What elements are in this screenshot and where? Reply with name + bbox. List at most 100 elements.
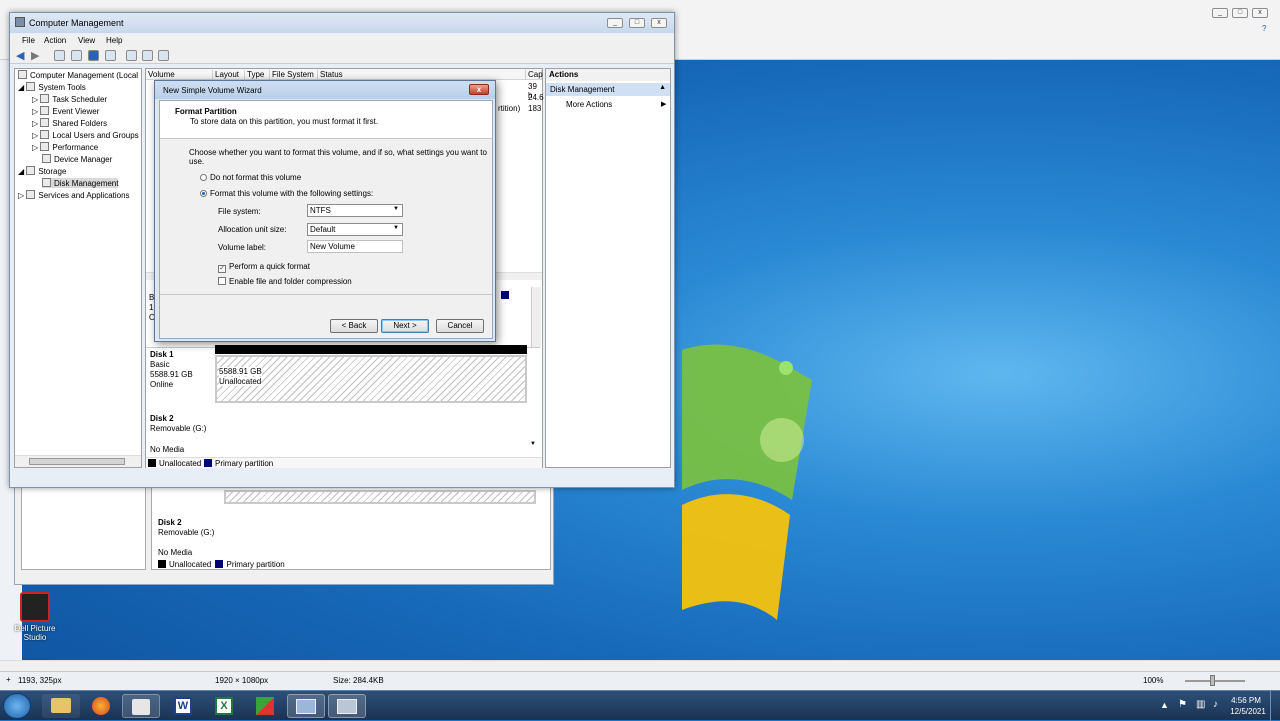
tree-performance[interactable]: ▷ Performance	[32, 142, 98, 152]
col-capacity[interactable]: Cap	[526, 70, 543, 80]
menu-help[interactable]: Help	[106, 36, 122, 45]
allocation-unit-label: Allocation unit size:	[218, 225, 287, 234]
close-button[interactable]: x	[1252, 8, 1268, 18]
menu-action[interactable]: Action	[44, 36, 66, 45]
tree-system-tools[interactable]: ◢ System Tools	[18, 82, 86, 92]
dropdown-arrow-icon: ▼	[393, 206, 399, 212]
actions-more[interactable]: More Actions ▶	[566, 100, 666, 109]
volume-label-input[interactable]: New Volume	[307, 240, 403, 253]
wizard-titlebar[interactable]: New Simple Volume Wizard x	[155, 81, 495, 99]
up-folder-icon[interactable]	[54, 50, 65, 61]
help-icon[interactable]	[88, 50, 99, 61]
checkmark-icon[interactable]: ✓	[218, 265, 226, 273]
file-system-select[interactable]: NTFS ▼	[307, 204, 403, 217]
tree-root[interactable]: Computer Management (Local	[18, 70, 138, 80]
minimize-button[interactable]: _	[1212, 8, 1228, 18]
clock-date[interactable]: 12/5/2021	[1228, 707, 1268, 716]
export-icon[interactable]	[142, 50, 153, 61]
word-icon[interactable]: W	[164, 694, 202, 718]
cancel-button[interactable]: Cancel	[436, 319, 484, 333]
tree-services[interactable]: ▷ Services and Applications	[18, 190, 130, 200]
network-app-icon[interactable]	[246, 694, 284, 718]
zoom-slider-thumb[interactable]	[1210, 675, 1215, 686]
disk1-unallocated-partition[interactable]: 5588.91 GB Unallocated	[215, 355, 527, 403]
next-button[interactable]: Next >	[381, 319, 429, 333]
firefox-icon[interactable]	[82, 694, 120, 718]
col-status[interactable]: Status	[318, 70, 526, 80]
tree-disk-management[interactable]: Disk Management	[42, 178, 119, 188]
col-type[interactable]: Type	[245, 70, 270, 80]
tree-hscrollbar[interactable]	[15, 455, 141, 467]
tree-device-manager[interactable]: Device Manager	[42, 154, 112, 164]
wizard-close-button[interactable]: x	[469, 84, 489, 95]
services-icon	[26, 190, 36, 199]
performance-icon	[40, 142, 50, 151]
network-icon[interactable]: ▥	[1196, 699, 1205, 710]
menu-view[interactable]: View	[78, 36, 95, 45]
ghost-legend: Unallocated Primary partition	[156, 560, 285, 569]
refresh-icon[interactable]	[126, 50, 137, 61]
tree-shared-folders[interactable]: ▷ Shared Folders	[32, 118, 107, 128]
maximize-button[interactable]: □	[1232, 8, 1248, 18]
background-window-remnant: Disk 2 Removable (G:) No Media Unallocat…	[14, 480, 554, 585]
actions-disk-management[interactable]: Disk Management ▲	[546, 83, 670, 96]
cursor-position-icon: +	[6, 675, 11, 684]
start-button-icon[interactable]	[3, 693, 31, 719]
quick-format-checkbox[interactable]: ✓ Perform a quick format	[218, 262, 310, 273]
paint-icon[interactable]	[122, 694, 160, 718]
disk1-size: 5588.91 GB	[150, 370, 193, 379]
help-icon[interactable]: ?	[1262, 24, 1266, 33]
show-hide-tree-icon[interactable]	[71, 50, 82, 61]
tree-storage[interactable]: ◢ Storage	[18, 166, 66, 176]
wizard-task-icon[interactable]	[328, 694, 366, 718]
menu-file[interactable]: File	[22, 36, 35, 45]
tree-task-scheduler[interactable]: ▷ Task Scheduler	[32, 94, 107, 104]
disk2-media: No Media	[150, 445, 185, 454]
compression-checkbox[interactable]: Enable file and folder compression	[218, 277, 352, 286]
forward-arrow-icon[interactable]: ▶	[31, 49, 39, 62]
submenu-arrow-icon: ▶	[661, 101, 667, 108]
volume-icon[interactable]: ♪	[1213, 699, 1218, 710]
settings-icon[interactable]	[158, 50, 169, 61]
clock-time[interactable]: 4:56 PM	[1228, 696, 1264, 705]
tree-local-users[interactable]: ▷ Local Users and Groups	[32, 130, 139, 140]
tree-event-viewer[interactable]: ▷ Event Viewer	[32, 106, 99, 116]
radio-format-circle[interactable]	[200, 190, 207, 197]
paint-statusbar: + 1193, 325px 1920 × 1080px Size: 284.4K…	[0, 671, 1280, 690]
desktop-icon-dell-picture-studio[interactable]: Dell Picture Studio	[12, 592, 58, 642]
show-hidden-icons[interactable]: ▲	[1160, 700, 1169, 710]
zoom-slider[interactable]	[1185, 680, 1245, 682]
wizard-body: Format Partition To store data on this p…	[159, 100, 493, 339]
users-icon	[40, 130, 50, 139]
cm-title: Computer Management	[29, 18, 124, 28]
flag-icon[interactable]: ⚑	[1178, 699, 1187, 710]
properties-icon[interactable]	[105, 50, 116, 61]
col-volume[interactable]: Volume	[146, 70, 213, 80]
cm-minimize-button[interactable]: _	[607, 18, 623, 28]
back-button[interactable]: < Back	[330, 319, 378, 333]
radio-no-format-circle[interactable]	[200, 174, 207, 181]
show-desktop-button[interactable]	[1270, 691, 1280, 721]
col-file-system[interactable]: File System	[270, 70, 318, 80]
radio-no-format[interactable]: Do not format this volume	[200, 173, 301, 182]
radio-format[interactable]: Format this volume with the following se…	[200, 189, 373, 198]
clock-icon	[40, 94, 50, 103]
ghost-disk2-name: Disk 2	[158, 518, 182, 527]
excel-icon[interactable]: X	[205, 694, 243, 718]
cm-close-button[interactable]: x	[651, 18, 667, 28]
dropdown-arrow-icon: ▼	[393, 225, 399, 231]
back-arrow-icon[interactable]: ◀	[16, 49, 24, 62]
file-explorer-icon[interactable]	[42, 694, 80, 718]
allocation-unit-select[interactable]: Default ▼	[307, 223, 403, 236]
cm-maximize-button[interactable]: □	[629, 18, 645, 28]
cm-titlebar[interactable]: Computer Management _ □ x	[10, 13, 674, 33]
navigation-tree: Computer Management (Local ◢ System Tool…	[14, 68, 142, 468]
scroll-down-icon[interactable]: ▼	[530, 441, 536, 447]
collapse-icon[interactable]: ▲	[659, 84, 666, 91]
computer-management-task-icon[interactable]	[287, 694, 325, 718]
tree-scroll-thumb[interactable]	[29, 458, 125, 465]
col-layout[interactable]: Layout	[213, 70, 245, 80]
paint-horizontal-scrollbar[interactable]	[0, 660, 1280, 671]
disk-area-scrollbar[interactable]	[531, 287, 541, 347]
volume-list-header: Volume Layout Type File System Status Ca…	[146, 69, 543, 80]
